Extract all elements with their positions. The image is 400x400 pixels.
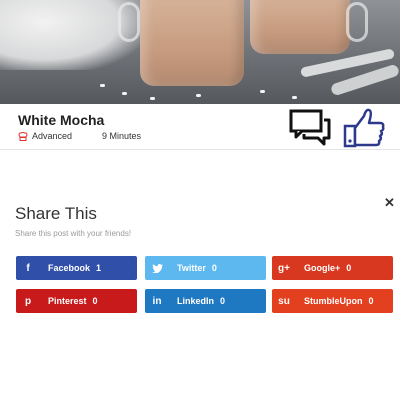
stumbleupon-icon: su xyxy=(278,295,290,307)
mocha-mug xyxy=(250,0,350,54)
comments-icon[interactable] xyxy=(288,108,332,148)
linkedin-share-button[interactable]: in LinkedIn 0 xyxy=(145,289,266,313)
recipe-info-bar: White Mocha Advanced 9 Minutes xyxy=(0,104,400,150)
mocha-mug xyxy=(140,0,244,86)
mug-handle xyxy=(118,2,140,42)
pinterest-icon: p xyxy=(24,295,32,307)
facebook-share-button[interactable]: f Facebook 1 xyxy=(16,256,137,280)
pinterest-share-button[interactable]: p Pinterest 0 xyxy=(16,289,137,313)
share-count: 0 xyxy=(368,296,374,306)
share-count: 0 xyxy=(92,296,98,306)
difficulty: Advanced xyxy=(18,131,72,141)
share-network-label: Pinterest xyxy=(48,296,87,306)
share-count: 0 xyxy=(220,296,226,306)
recipe-title: White Mocha xyxy=(18,112,105,128)
close-button[interactable]: ✕ xyxy=(384,195,395,211)
coconut-flake xyxy=(292,96,297,99)
coconut-flake xyxy=(196,94,201,97)
share-network-label: Facebook xyxy=(48,263,91,273)
twitter-icon xyxy=(145,256,169,280)
share-network-label: StumbleUpon xyxy=(304,296,363,306)
coconut-flake xyxy=(260,90,265,93)
coconut-flake xyxy=(100,84,105,87)
thumbs-up-icon[interactable] xyxy=(342,106,386,148)
mug-handle xyxy=(346,2,368,42)
stumbleupon-share-button[interactable]: su StumbleUpon 0 xyxy=(272,289,393,313)
linkedin-icon: in xyxy=(152,295,162,307)
google-plus-icon: g+ xyxy=(278,262,290,274)
prep-time: 9 Minutes xyxy=(102,131,142,141)
recipe-photo xyxy=(0,0,400,104)
share-network-label: LinkedIn xyxy=(177,296,215,306)
facebook-icon: f xyxy=(26,262,30,274)
share-network-label: Twitter xyxy=(177,263,206,273)
share-title: Share This xyxy=(15,204,97,223)
difficulty-label: Advanced xyxy=(32,131,73,141)
share-count: 1 xyxy=(96,263,102,273)
coconut-flake xyxy=(122,92,127,95)
share-subtitle: Share this post with your friends! xyxy=(15,229,132,238)
share-network-label: Google+ xyxy=(304,263,341,273)
google-plus-share-button[interactable]: g+ Google+ 0 xyxy=(272,256,393,280)
share-count: 0 xyxy=(211,263,217,273)
coconut-flake xyxy=(150,97,155,100)
twitter-share-button[interactable]: Twitter 0 xyxy=(145,256,266,280)
chef-hat-icon xyxy=(18,131,28,141)
share-count: 0 xyxy=(346,263,352,273)
